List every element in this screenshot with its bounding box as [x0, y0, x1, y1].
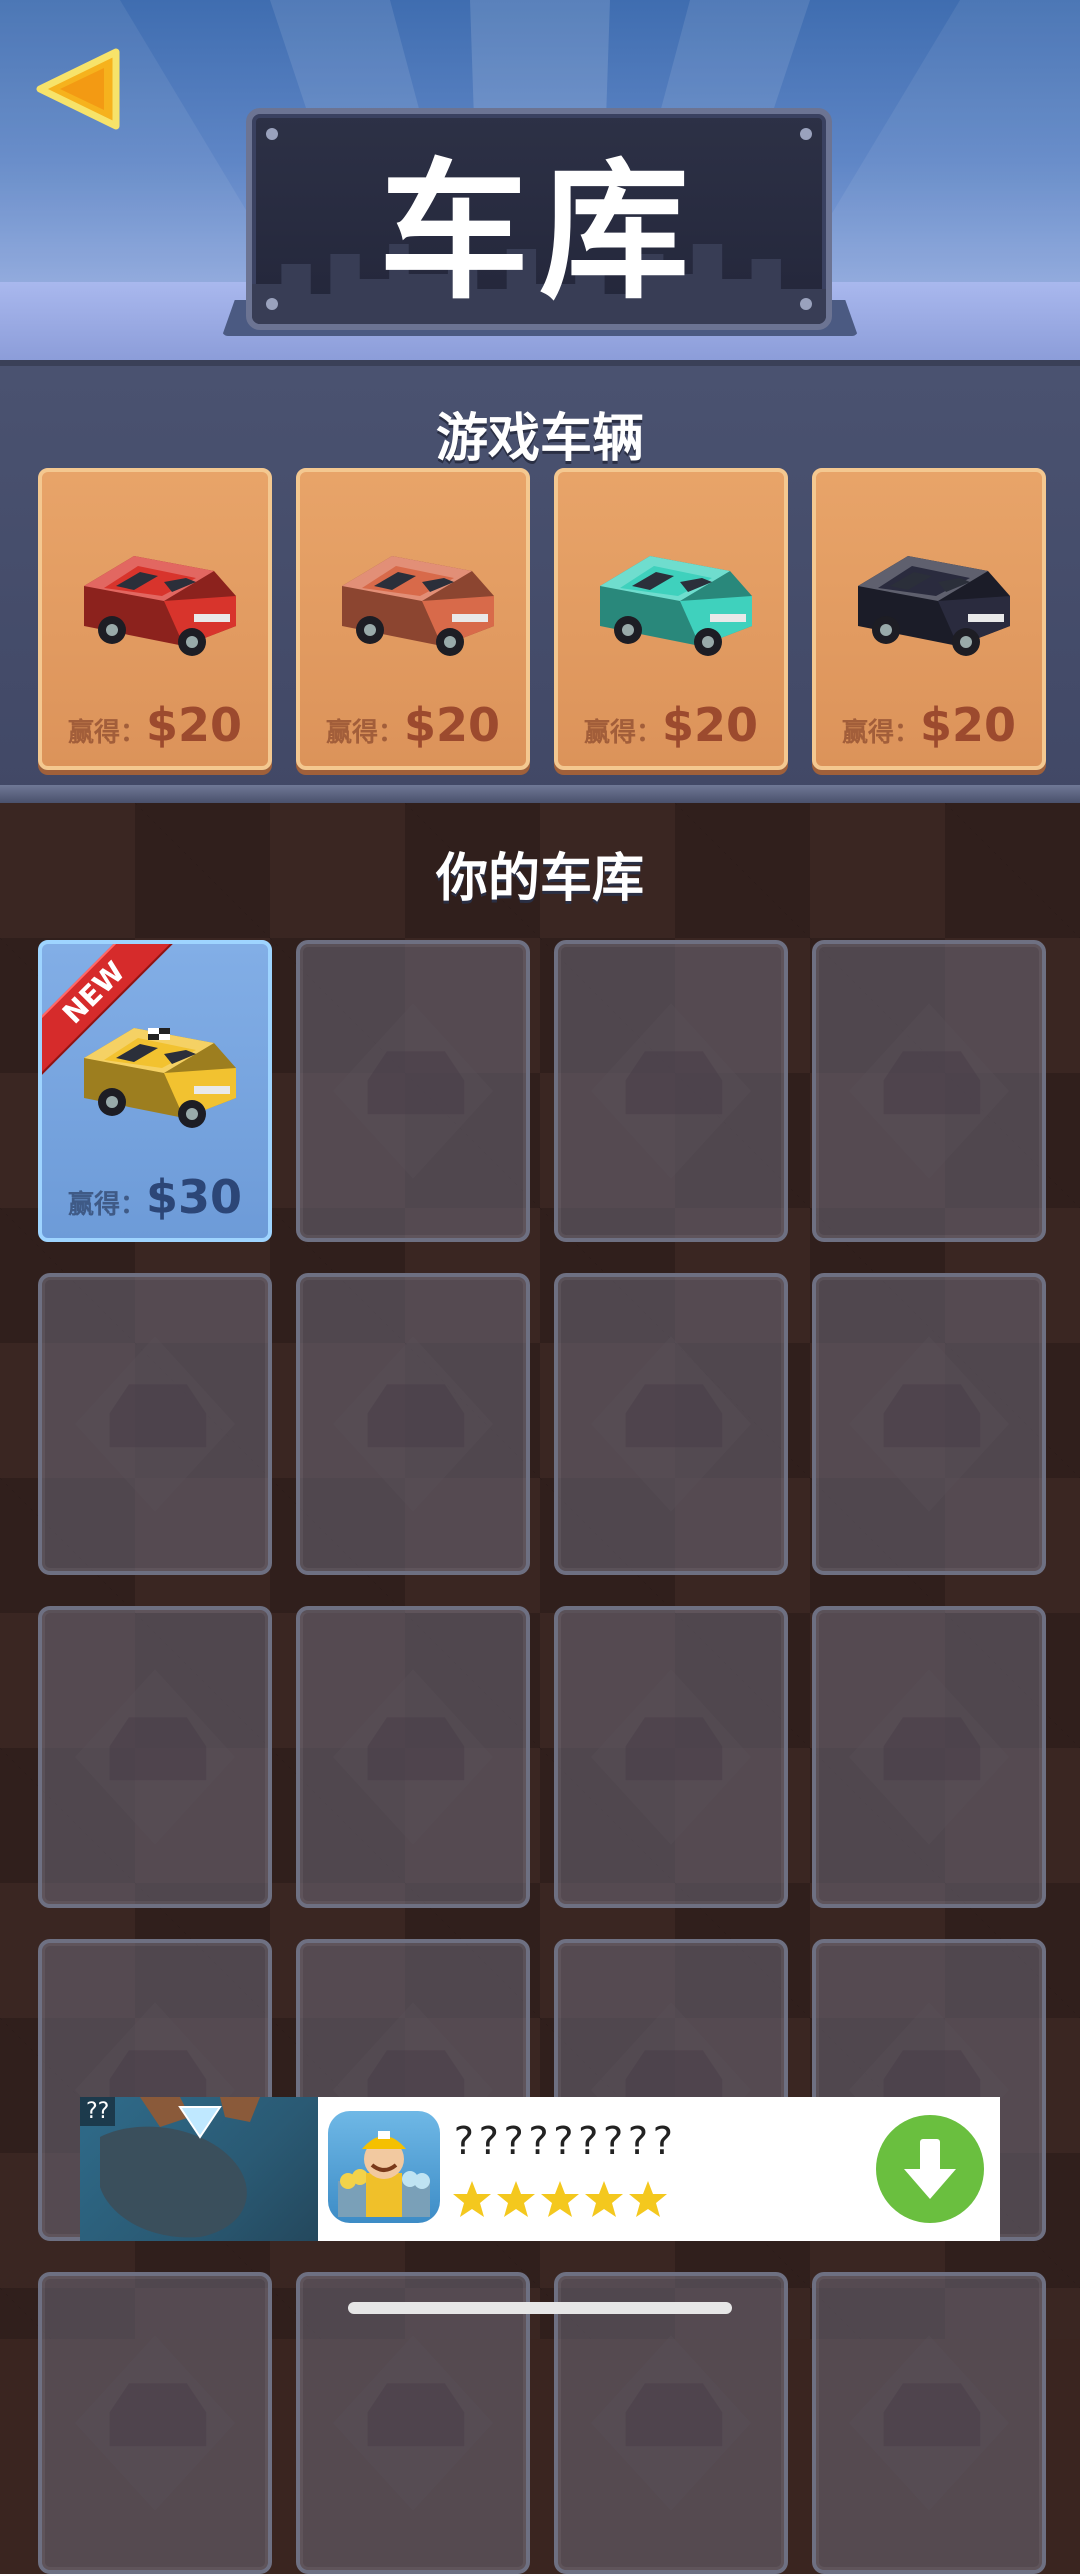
empty-garage-slot: [812, 940, 1046, 1242]
car-icon: [600, 556, 752, 656]
empty-garage-slot: [554, 1273, 788, 1575]
empty-garage-slot: [38, 2272, 272, 2574]
empty-garage-slot: [296, 1606, 530, 1908]
ad-thumbnail: ??: [80, 2097, 318, 2241]
empty-garage-slot: [554, 2272, 788, 2574]
garage-silhouette-icon: [74, 1669, 236, 1845]
garage-silhouette-icon: [332, 2335, 494, 2511]
garage-silhouette-icon: [74, 1336, 236, 1512]
shop-card-orange-car[interactable]: 赢得：$20: [296, 468, 530, 770]
garage-silhouette-icon: [332, 1003, 494, 1179]
star-icon: [628, 2179, 668, 2219]
download-button[interactable]: [876, 2115, 984, 2223]
empty-garage-slot: [812, 1273, 1046, 1575]
page-title: 车库: [378, 145, 699, 320]
shop-card-black-car[interactable]: 赢得：$20: [812, 468, 1046, 770]
home-indicator[interactable]: [348, 2302, 732, 2314]
your-garage-title: 你的车库: [435, 849, 644, 909]
car-icon: [84, 556, 236, 656]
price: 赢得：$20: [816, 698, 1042, 752]
star-icon: [584, 2179, 624, 2219]
garage-silhouette-icon: [848, 2335, 1010, 2511]
empty-garage-slot: [296, 940, 530, 1242]
price-label: 赢得：: [67, 718, 146, 748]
price: 赢得：$20: [42, 698, 268, 752]
section-divider: [0, 785, 1080, 803]
empty-garage-slot: [554, 940, 788, 1242]
price-value: $20: [661, 698, 759, 752]
price-label: 赢得：: [583, 718, 662, 748]
ad-map-image: [100, 2097, 260, 2238]
ad-badge: ??: [80, 2097, 116, 2126]
miner-icon: [338, 2131, 430, 2217]
garage-silhouette-icon: [332, 1669, 494, 1845]
download-arrow-icon: [904, 2139, 956, 2199]
back-button[interactable]: [34, 46, 126, 132]
price-label: 赢得：: [325, 718, 404, 748]
star-icon: [540, 2179, 580, 2219]
garage-silhouette-icon: [590, 1336, 752, 1512]
empty-garage-slot: [554, 1606, 788, 1908]
garage-silhouette-icon: [332, 1336, 494, 1512]
garage-silhouette-icon: [848, 1669, 1010, 1845]
price: 赢得：$20: [558, 698, 784, 752]
car-icon: [858, 556, 1010, 656]
empty-garage-slot: [812, 2272, 1046, 2574]
price-value: $20: [145, 698, 243, 752]
star-icon: [452, 2179, 492, 2219]
empty-garage-slot: [812, 1606, 1046, 1908]
ad-rating: [452, 2179, 672, 2223]
header: 车库: [0, 0, 1080, 360]
owned-car-taxi[interactable]: NEW 赢得：$30: [38, 940, 272, 1242]
garage-silhouette-icon: [590, 1669, 752, 1845]
garage-silhouette-icon: [590, 2335, 752, 2511]
star-icon: [496, 2179, 536, 2219]
price-label: 赢得：: [841, 718, 920, 748]
garage-silhouette-icon: [74, 2335, 236, 2511]
title-plate: 车库: [246, 108, 832, 330]
garage-silhouette-icon: [590, 1003, 752, 1179]
price-value: $20: [403, 698, 501, 752]
price: 赢得：$30: [42, 1170, 268, 1224]
price-value: $20: [919, 698, 1017, 752]
empty-garage-slot: [296, 1273, 530, 1575]
empty-garage-slot: [296, 2272, 530, 2574]
empty-garage-slot: [38, 1606, 272, 1908]
garage-silhouette-icon: [848, 1003, 1010, 1179]
ad-banner[interactable]: ?? ?????????: [80, 2097, 1000, 2241]
garage-silhouette-icon: [848, 1336, 1010, 1512]
price: 赢得：$20: [300, 698, 526, 752]
shop-card-red-car[interactable]: 赢得：$20: [38, 468, 272, 770]
price-value: $30: [145, 1170, 243, 1224]
ad-title: ?????????: [452, 2119, 676, 2163]
game-vehicles-title: 游戏车辆: [435, 409, 644, 469]
empty-garage-slot: [38, 1273, 272, 1575]
shop-card-teal-car[interactable]: 赢得：$20: [554, 468, 788, 770]
price-label: 赢得：: [67, 1190, 146, 1220]
ad-app-icon: [328, 2111, 440, 2223]
car-icon: [342, 556, 494, 656]
back-arrow-icon: [36, 48, 120, 130]
